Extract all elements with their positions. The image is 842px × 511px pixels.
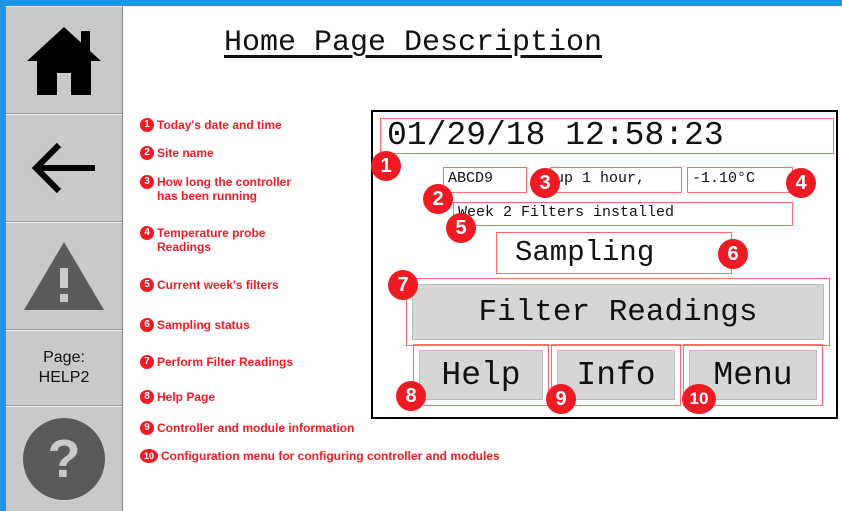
legend-number: 10 xyxy=(140,449,158,463)
alarms-button[interactable] xyxy=(6,222,122,330)
help-button[interactable]: ? xyxy=(6,406,122,511)
legend-number: 5 xyxy=(140,278,154,292)
legend-item: 5 Current week's filters xyxy=(140,278,279,292)
legend-number: 3 xyxy=(140,175,154,189)
home-screen-preview: 01/29/18 12:58:23 ABCD9 up 1 hour, -1.10… xyxy=(371,110,838,419)
legend-item: 6 Sampling status xyxy=(140,318,250,332)
legend-item: 2 Site name xyxy=(140,146,214,160)
legend-text: Controller and module information xyxy=(157,421,355,435)
marker-badge: 1 xyxy=(371,151,401,181)
marker-badge: 2 xyxy=(423,184,453,214)
legend-text: Help Page xyxy=(157,390,216,404)
question-icon: ? xyxy=(23,418,105,500)
back-arrow-icon xyxy=(31,142,95,194)
week-filters: Week 2 Filters installed xyxy=(453,202,793,226)
legend-text-cont: Readings xyxy=(157,240,212,254)
legend-text: Configuration menu for configuring contr… xyxy=(161,449,500,463)
legend-text: Temperature probe xyxy=(157,226,266,240)
legend-item: 3 How long the controller has been running xyxy=(140,175,291,203)
filter-readings-highlight: Filter Readings xyxy=(406,278,830,346)
marker-badge: 7 xyxy=(388,270,418,300)
legend-item: 9 Controller and module information xyxy=(140,421,354,435)
temperature-display: -1.10°C xyxy=(687,167,793,193)
help-highlight: Help xyxy=(413,344,549,406)
legend-text: How long the controller xyxy=(157,175,291,189)
legend-text: Current week's filters xyxy=(157,278,279,292)
svg-text:?: ? xyxy=(48,429,81,489)
back-button[interactable] xyxy=(6,114,122,222)
legend-text: Sampling status xyxy=(157,318,250,332)
legend-item: 4 Temperature probe Readings xyxy=(140,226,265,254)
page-value: HELP2 xyxy=(38,369,90,386)
legend-item: 8 Help Page xyxy=(140,390,215,404)
home-icon xyxy=(27,27,101,95)
marker-badge: 9 xyxy=(546,384,576,414)
uptime-display: up 1 hour, xyxy=(550,167,682,193)
home-button[interactable] xyxy=(6,6,122,114)
datetime-display: 01/29/18 12:58:23 xyxy=(380,118,834,154)
legend-text-cont: has been running xyxy=(157,189,258,203)
legend-number: 4 xyxy=(140,226,154,240)
legend-number: 2 xyxy=(140,146,154,160)
sampling-status: Sampling xyxy=(496,232,732,274)
legend-text: Site name xyxy=(157,146,214,160)
marker-badge: 10 xyxy=(682,384,716,414)
legend-number: 9 xyxy=(140,421,154,435)
page-indicator: Page: HELP2 xyxy=(6,330,122,406)
page-title: Home Page Description xyxy=(224,26,603,60)
sidebar: Page: HELP2 ? xyxy=(6,6,123,511)
warning-icon xyxy=(24,242,104,310)
marker-badge: 8 xyxy=(396,381,426,411)
legend-text: Today's date and time xyxy=(157,118,282,132)
legend-number: 1 xyxy=(140,118,154,132)
marker-badge: 3 xyxy=(530,168,560,198)
help-page-frame: Page: HELP2 ? Home Page Description 1 Tod… xyxy=(0,0,842,511)
legend-number: 6 xyxy=(140,318,154,332)
page-label: Page: xyxy=(43,349,85,366)
legend-number: 8 xyxy=(140,390,154,404)
legend-text: Perform Filter Readings xyxy=(157,355,294,369)
legend-item: 10 Configuration menu for configuring con… xyxy=(140,449,500,463)
legend-item: 1 Today's date and time xyxy=(140,118,282,132)
marker-badge: 4 xyxy=(786,168,816,198)
legend-number: 7 xyxy=(140,355,154,369)
marker-badge: 5 xyxy=(446,213,476,243)
marker-badge: 6 xyxy=(718,239,748,269)
help-page-button[interactable]: Help xyxy=(419,350,543,400)
filter-readings-button[interactable]: Filter Readings xyxy=(412,284,824,340)
site-name: ABCD9 xyxy=(443,167,527,193)
legend-item: 7 Perform Filter Readings xyxy=(140,355,293,369)
